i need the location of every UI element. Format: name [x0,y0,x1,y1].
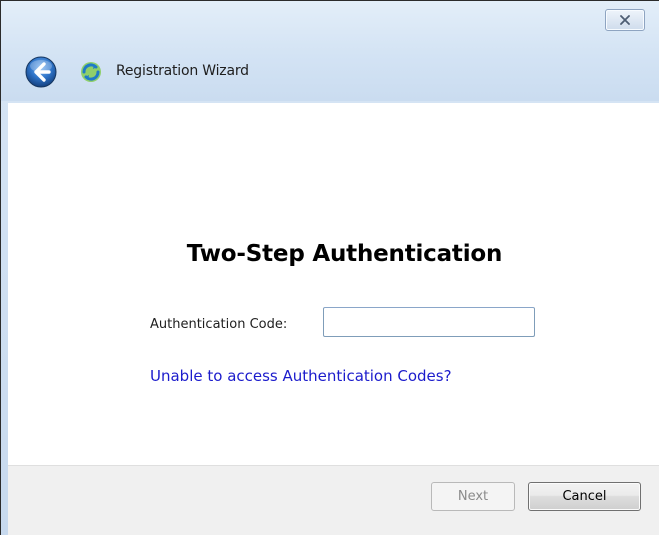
cancel-button[interactable]: Cancel [528,482,641,511]
authentication-code-input[interactable] [323,307,535,337]
next-button[interactable]: Next [431,482,515,511]
unable-to-access-codes-link[interactable]: Unable to access Authentication Codes? [150,367,452,385]
registration-wizard-icon [79,60,103,84]
registration-wizard-window: Registration Wizard Two-Step Authenticat… [0,0,659,535]
back-button[interactable] [25,56,57,88]
close-button[interactable] [605,9,645,31]
authentication-code-label: Authentication Code: [150,317,288,332]
button-bar: Next Cancel [8,465,659,535]
page-heading: Two-Step Authentication [186,241,503,267]
close-icon [619,15,631,25]
window-title: Registration Wizard [116,63,249,79]
back-arrow-icon [25,56,57,92]
title-bar: Registration Wizard [1,1,659,101]
content-panel: Two-Step Authentication Authentication C… [8,103,659,465]
